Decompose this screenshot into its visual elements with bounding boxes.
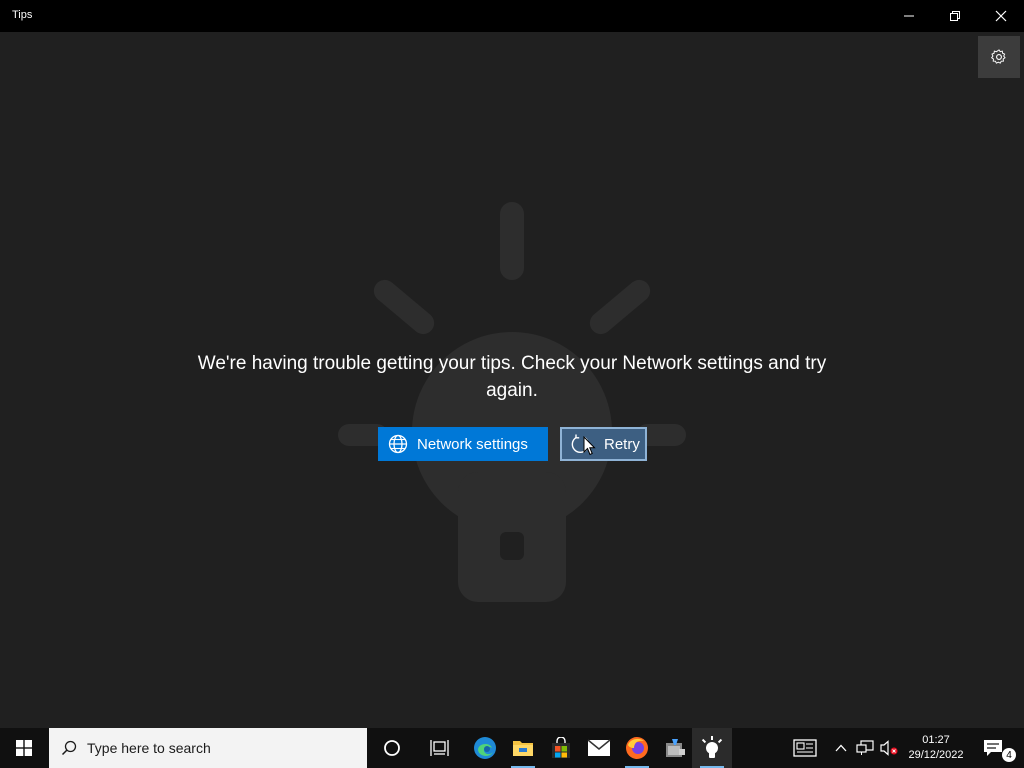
clock-date: 29/12/2022: [908, 749, 964, 761]
window-title: Tips: [12, 9, 33, 21]
taskbar-app-edge[interactable]: [465, 728, 505, 768]
mail-icon: [587, 739, 611, 756]
retry-button[interactable]: Retry: [560, 427, 647, 461]
volume-muted-icon: [880, 740, 898, 756]
mouse-cursor-icon: [583, 436, 596, 456]
start-button[interactable]: [0, 728, 48, 768]
volume-tray-button[interactable]: [877, 728, 901, 768]
restore-button[interactable]: [932, 0, 978, 32]
news-widget-button[interactable]: [785, 728, 825, 768]
setup-icon: [666, 739, 685, 757]
search-icon: [61, 740, 77, 756]
clock-time: 01:27: [922, 734, 950, 746]
task-view-icon: [430, 740, 449, 756]
search-placeholder: Type here to search: [87, 740, 211, 756]
network-icon: [856, 740, 874, 755]
error-message: We're having trouble getting your tips. …: [197, 353, 827, 401]
taskbar-app-store[interactable]: [541, 728, 581, 768]
notification-icon: [984, 740, 1002, 756]
edge-icon: [474, 737, 496, 759]
folder-icon: [513, 741, 533, 756]
chevron-up-icon: [835, 744, 847, 752]
task-view-button[interactable]: [420, 728, 460, 768]
clock[interactable]: 01:27 29/12/2022: [903, 728, 969, 768]
taskbar-app-setup[interactable]: [655, 728, 695, 768]
taskbar-app-firefox[interactable]: [617, 728, 657, 768]
cortana-icon: [384, 740, 400, 756]
tips-app: We're having trouble getting your tips. …: [0, 32, 1024, 728]
store-icon: [552, 737, 570, 758]
tips-lightbulb-icon: [701, 736, 723, 758]
settings-button[interactable]: [978, 36, 1020, 78]
network-settings-button[interactable]: Network settings: [378, 427, 548, 461]
notification-count-badge: 4: [1002, 748, 1016, 762]
close-button[interactable]: [978, 0, 1024, 32]
lightbulb-icon: [338, 202, 686, 602]
action-center-button[interactable]: [978, 728, 1008, 768]
show-hidden-icons-button[interactable]: [830, 728, 852, 768]
news-icon: [793, 739, 817, 757]
restore-icon: [950, 11, 960, 21]
retry-label: Retry: [604, 435, 640, 453]
firefox-icon: [626, 737, 648, 759]
minimize-button[interactable]: [886, 0, 932, 32]
gear-icon: [990, 49, 1006, 64]
taskbar: Type here to search 01:27 29/12/2022: [0, 728, 1024, 768]
minimize-icon: [904, 15, 914, 17]
taskbar-app-tips[interactable]: [692, 728, 732, 768]
windows-logo-icon: [16, 740, 32, 756]
cortana-button[interactable]: [372, 728, 412, 768]
title-bar: Tips: [0, 0, 1024, 32]
taskbar-app-mail[interactable]: [579, 728, 619, 768]
network-settings-label: Network settings: [417, 435, 528, 453]
taskbar-search-box[interactable]: Type here to search: [49, 728, 367, 768]
network-tray-button[interactable]: [854, 728, 876, 768]
close-icon: [995, 10, 1007, 22]
globe-icon: [388, 434, 408, 454]
taskbar-app-file-explorer[interactable]: [503, 728, 543, 768]
